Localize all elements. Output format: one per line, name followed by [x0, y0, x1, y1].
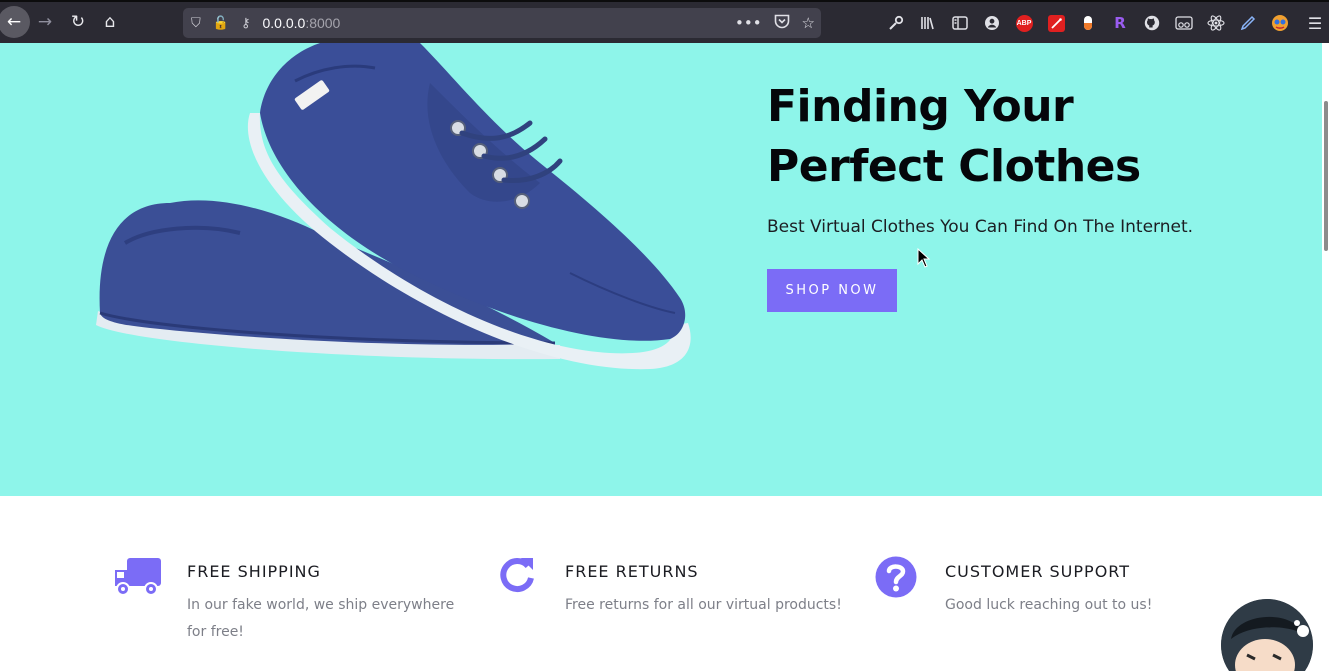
r-extension-icon[interactable]: R: [1104, 10, 1136, 36]
feature-title: CUSTOMER SUPPORT: [945, 562, 1131, 581]
question-circle-icon: [875, 556, 917, 598]
account-icon[interactable]: [976, 10, 1008, 36]
features-section: FREE SHIPPING In our fake world, we ship…: [0, 496, 1322, 671]
adblock-plus-icon[interactable]: ABP: [1008, 10, 1040, 36]
github-icon[interactable]: [1136, 10, 1168, 36]
blue-sneakers-image: [96, 43, 691, 370]
url-bar[interactable]: ⛉ 🔓 ⚷ 0.0.0.0:8000 ••• ☆: [183, 8, 821, 38]
hero-title-line-1: Finding Your: [767, 81, 1074, 132]
reload-button[interactable]: ↻: [64, 8, 92, 36]
refresh-icon: [500, 558, 534, 593]
mouse-cursor-icon: [917, 248, 931, 268]
scrollbar-thumb[interactable]: [1324, 101, 1328, 251]
shield-icon[interactable]: ⛉: [191, 16, 201, 31]
url-port: :8000: [305, 15, 341, 31]
hero-title: Finding Your Perfect Clothes: [767, 77, 1287, 197]
hero-text-block: Finding Your Perfect Clothes Best Virtua…: [767, 77, 1287, 312]
hamburger-menu-icon[interactable]: ☰: [1303, 10, 1327, 36]
hero-title-line-2: Perfect Clothes: [767, 141, 1141, 192]
home-button[interactable]: ⌂: [96, 8, 124, 36]
truck-icon: [115, 558, 161, 596]
extensions-toolbar: ABP R: [880, 10, 1296, 36]
page-scrollbar[interactable]: [1322, 43, 1329, 671]
bookmark-star-icon[interactable]: ☆: [802, 14, 815, 32]
browser-toolbar: ← → ↻ ⌂ ⛉ 🔓 ⚷ 0.0.0.0:8000 ••• ☆ ABP R …: [0, 0, 1329, 43]
pill-icon[interactable]: [1072, 10, 1104, 36]
colorful-extension-icon[interactable]: [1264, 10, 1296, 36]
url-host: 0.0.0.0: [262, 15, 306, 31]
shop-now-button[interactable]: SHOP NOW: [767, 269, 897, 312]
magic-wand-icon[interactable]: [1040, 10, 1072, 36]
feature-title: FREE RETURNS: [565, 562, 699, 581]
back-button[interactable]: ←: [0, 6, 30, 38]
forward-button[interactable]: →: [31, 8, 59, 36]
feature-description: In our fake world, we ship everywhere fo…: [187, 597, 455, 640]
wrench-icon[interactable]: [880, 10, 912, 36]
insecure-connection-icon[interactable]: 🔓: [213, 16, 229, 31]
library-icon[interactable]: [912, 10, 944, 36]
feature-description: Free returns for all our virtual product…: [565, 597, 842, 613]
hero-section: Finding Your Perfect Clothes Best Virtua…: [0, 43, 1322, 496]
page-actions-icon[interactable]: •••: [735, 14, 762, 32]
sidebar-icon[interactable]: [944, 10, 976, 36]
pocket-icon[interactable]: [774, 14, 790, 33]
key-icon[interactable]: ⚷: [241, 16, 251, 31]
hero-subtitle: Best Virtual Clothes You Can Find On The…: [767, 217, 1194, 237]
react-icon[interactable]: [1200, 10, 1232, 36]
glasses-icon[interactable]: [1168, 10, 1200, 36]
feature-description: Good luck reaching out to us!: [945, 597, 1153, 613]
pen-icon[interactable]: [1232, 10, 1264, 36]
feature-title: FREE SHIPPING: [187, 562, 321, 581]
